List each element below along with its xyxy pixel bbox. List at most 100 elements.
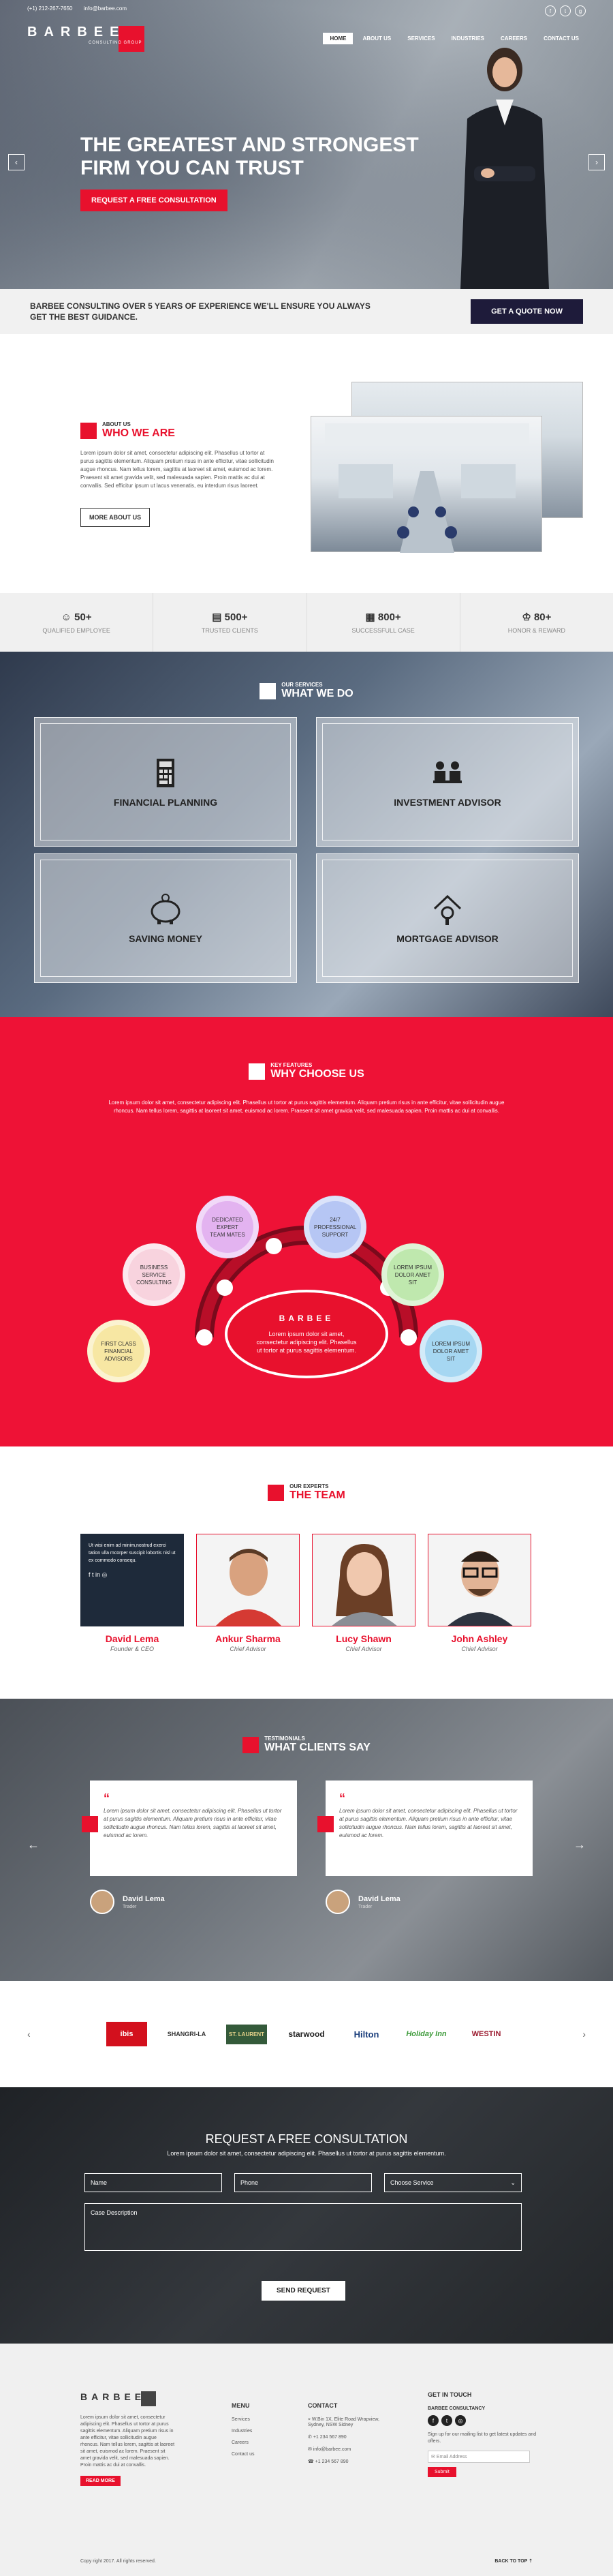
- heading-square: [80, 422, 97, 439]
- feature-bubble: FIRST CLASS FINANCIAL ADVISORS: [87, 1320, 150, 1382]
- nav-services[interactable]: SERVICES: [400, 33, 441, 44]
- team-member-card[interactable]: Lucy Shawn Chief Advisor: [312, 1534, 415, 1652]
- calculator-icon: [157, 759, 174, 787]
- footer-address: ⌖ W.Bin 1X, Elite Road Wrapview, Sydney,…: [308, 2417, 379, 2427]
- more-about-button[interactable]: MORE ABOUT US: [80, 508, 151, 527]
- member-name: David Lema: [105, 1633, 159, 1644]
- testimonial-next-arrow[interactable]: →: [573, 1838, 586, 1852]
- email-text: info@barbee.com: [83, 5, 127, 12]
- phone-field[interactable]: Phone: [234, 2173, 372, 2192]
- main-nav: BARBEE CONSULTING GROUP HOME ABOUT US SE…: [27, 25, 586, 52]
- footer-menu-item[interactable]: Industries: [232, 2429, 254, 2434]
- twitter-icon[interactable]: t: [560, 5, 571, 16]
- avatar: [90, 1890, 114, 1914]
- stats-bar: ☺ 50+ QUALIFIED EMPLOYEE ▤ 500+ TRUSTED …: [0, 593, 613, 652]
- stat-number: ♔ 80+: [522, 611, 552, 623]
- who-heading: ABOUT US WHO WE ARE: [80, 421, 278, 440]
- service-card-saving[interactable]: SAVING MONEY: [34, 853, 297, 983]
- member-name: Ankur Sharma: [215, 1633, 281, 1644]
- hero-next-arrow[interactable]: ›: [588, 154, 605, 170]
- footer-menu-item[interactable]: Careers: [232, 2440, 254, 2445]
- form-title: REQUEST A FREE CONSULTATION: [205, 2132, 408, 2146]
- team-member-card[interactable]: Ut wisi enim ad minim,nostrud exerci tat…: [80, 1534, 184, 1652]
- footer-logo[interactable]: BARBEE: [80, 2391, 176, 2406]
- get-quote-button[interactable]: GET A QUOTE NOW: [471, 299, 583, 324]
- team-big-title: THE TEAM: [289, 1489, 345, 1501]
- newsletter-submit-button[interactable]: Submit: [428, 2467, 456, 2477]
- twitter-icon[interactable]: t: [441, 2415, 452, 2426]
- client-logo[interactable]: WESTIN: [466, 2030, 507, 2038]
- why-center-box: BARBEE Lorem ipsum dolor sit amet, conse…: [225, 1290, 388, 1378]
- top-bar: (+1) 212-267-7650 info@barbee.com f t g: [27, 5, 586, 16]
- client-logo[interactable]: starwood: [286, 2029, 327, 2039]
- author-role: Trader: [358, 1904, 373, 1909]
- clients-prev-arrow[interactable]: ‹: [27, 2029, 31, 2040]
- stat-label: HONOR & REWARD: [507, 627, 565, 634]
- name-field[interactable]: Name: [84, 2173, 222, 2192]
- nav-careers[interactable]: CAREERS: [494, 33, 534, 44]
- phone-text: (+1) 212-267-7650: [27, 5, 73, 12]
- instagram-icon[interactable]: ◎: [455, 2415, 466, 2426]
- client-logo[interactable]: ST. LAURENT: [226, 2024, 267, 2044]
- clients-next-arrow[interactable]: ›: [582, 2029, 586, 2040]
- footer-about-text: Lorem ipsum dolor sit amet, consectetur …: [80, 2415, 175, 2468]
- nav-menu: HOME ABOUT US SERVICES INDUSTRIES CAREER…: [323, 33, 586, 44]
- team-section: OUR EXPERTS THE TEAM Ut wisi enim ad min…: [0, 1446, 613, 1699]
- service-card-investment[interactable]: INVESTMENT ADVISOR: [316, 717, 579, 847]
- service-card-financial[interactable]: FINANCIAL PLANNING: [34, 717, 297, 847]
- stat-label: QUALIFIED EMPLOYEE: [42, 626, 110, 634]
- testimonial-prev-arrow[interactable]: ←: [27, 1838, 40, 1852]
- advisors-meeting-icon: [433, 761, 462, 783]
- nav-industries[interactable]: INDUSTRIES: [445, 33, 491, 44]
- newsletter-email-input[interactable]: ✉ Email Address: [428, 2451, 530, 2463]
- footer-menu: MENU Services Industries Careers Contact…: [232, 2402, 254, 2464]
- office-interior-image: [325, 423, 529, 553]
- team-member-card[interactable]: John Ashley Chief Advisor: [428, 1534, 531, 1652]
- hero-prev-arrow[interactable]: ‹: [8, 154, 25, 170]
- footer-touch-title: GET IN TOUCH: [428, 2391, 472, 2398]
- member-social-icons[interactable]: f t in ◎: [89, 1571, 176, 1579]
- client-logo[interactable]: SHANGRI-LA: [166, 2031, 207, 2037]
- services-section: OUR SERVICES WHAT WE DO FINANCIAL PLANNI…: [0, 652, 613, 1017]
- nav-contact[interactable]: CONTACT US: [537, 33, 586, 44]
- clients-section: ‹ ibis SHANGRI-LA ST. LAURENT starwood H…: [0, 1981, 613, 2087]
- team-member-card[interactable]: Ankur Sharma Chief Advisor: [196, 1534, 300, 1652]
- hero-cta-button[interactable]: REQUEST A FREE CONSULTATION: [80, 190, 227, 211]
- stat-number: ▦ 800+: [365, 611, 401, 623]
- service-select[interactable]: Choose Service ⌄: [384, 2173, 522, 2192]
- brand-tagline: CONSULTING GROUP: [89, 41, 142, 45]
- member-name: John Ashley: [451, 1633, 508, 1644]
- stat-label: TRUSTED CLIENTS: [201, 627, 258, 634]
- nav-home[interactable]: HOME: [323, 33, 353, 44]
- office-images: [311, 382, 583, 553]
- stat-number: ☺ 50+: [61, 611, 92, 623]
- client-logo[interactable]: Hilton: [346, 2029, 387, 2040]
- service-card-mortgage[interactable]: MORTGAGE ADVISOR: [316, 853, 579, 983]
- team-small-title: OUR EXPERTS: [289, 1483, 329, 1489]
- footer-menu-item[interactable]: Services: [232, 2417, 254, 2422]
- send-request-button[interactable]: SEND REQUEST: [262, 2281, 345, 2301]
- facebook-icon[interactable]: f: [545, 5, 556, 16]
- nav-about[interactable]: ABOUT US: [356, 33, 398, 44]
- footer-fax: ☎ +1 234 567 890: [308, 2459, 349, 2464]
- member-bio-text: Ut wisi enim ad minim,nostrud exerci tat…: [89, 1543, 176, 1563]
- google-icon[interactable]: g: [575, 5, 586, 16]
- hero-line-1: THE GREATEST AND STRONGEST: [80, 134, 419, 156]
- service-label: MORTGAGE ADVISOR: [396, 933, 499, 944]
- social-links: f t g: [545, 5, 586, 16]
- footer-menu-item[interactable]: Contact us: [232, 2452, 254, 2457]
- client-logo[interactable]: ibis: [106, 2022, 147, 2046]
- client-logo[interactable]: Holiday Inn: [406, 2030, 447, 2038]
- stat-cases: ▦ 800+ SUCCESSFULL CASE: [307, 593, 460, 652]
- testimonial-card: “ Lorem ipsum dolor sit amet, consectetu…: [317, 1781, 533, 1876]
- case-description-field[interactable]: Case Description: [84, 2203, 522, 2251]
- facebook-icon[interactable]: f: [428, 2415, 439, 2426]
- testimonials-small-title: TESTIMONIALS: [264, 1736, 305, 1742]
- member-photo: [428, 1534, 531, 1626]
- footer-about: BARBEE Lorem ipsum dolor sit amet, conse…: [80, 2391, 176, 2486]
- read-more-button[interactable]: READ MORE: [80, 2476, 121, 2486]
- feature-bubble: LOREM IPSUM DOLOR AMET SIT: [420, 1320, 482, 1382]
- back-to-top-link[interactable]: BACK TO TOP ⇡: [494, 2558, 533, 2564]
- brand-logo[interactable]: BARBEE CONSULTING GROUP: [27, 25, 145, 52]
- footer-contact: CONTACT ⌖ W.Bin 1X, Elite Road Wrapview,…: [308, 2402, 396, 2471]
